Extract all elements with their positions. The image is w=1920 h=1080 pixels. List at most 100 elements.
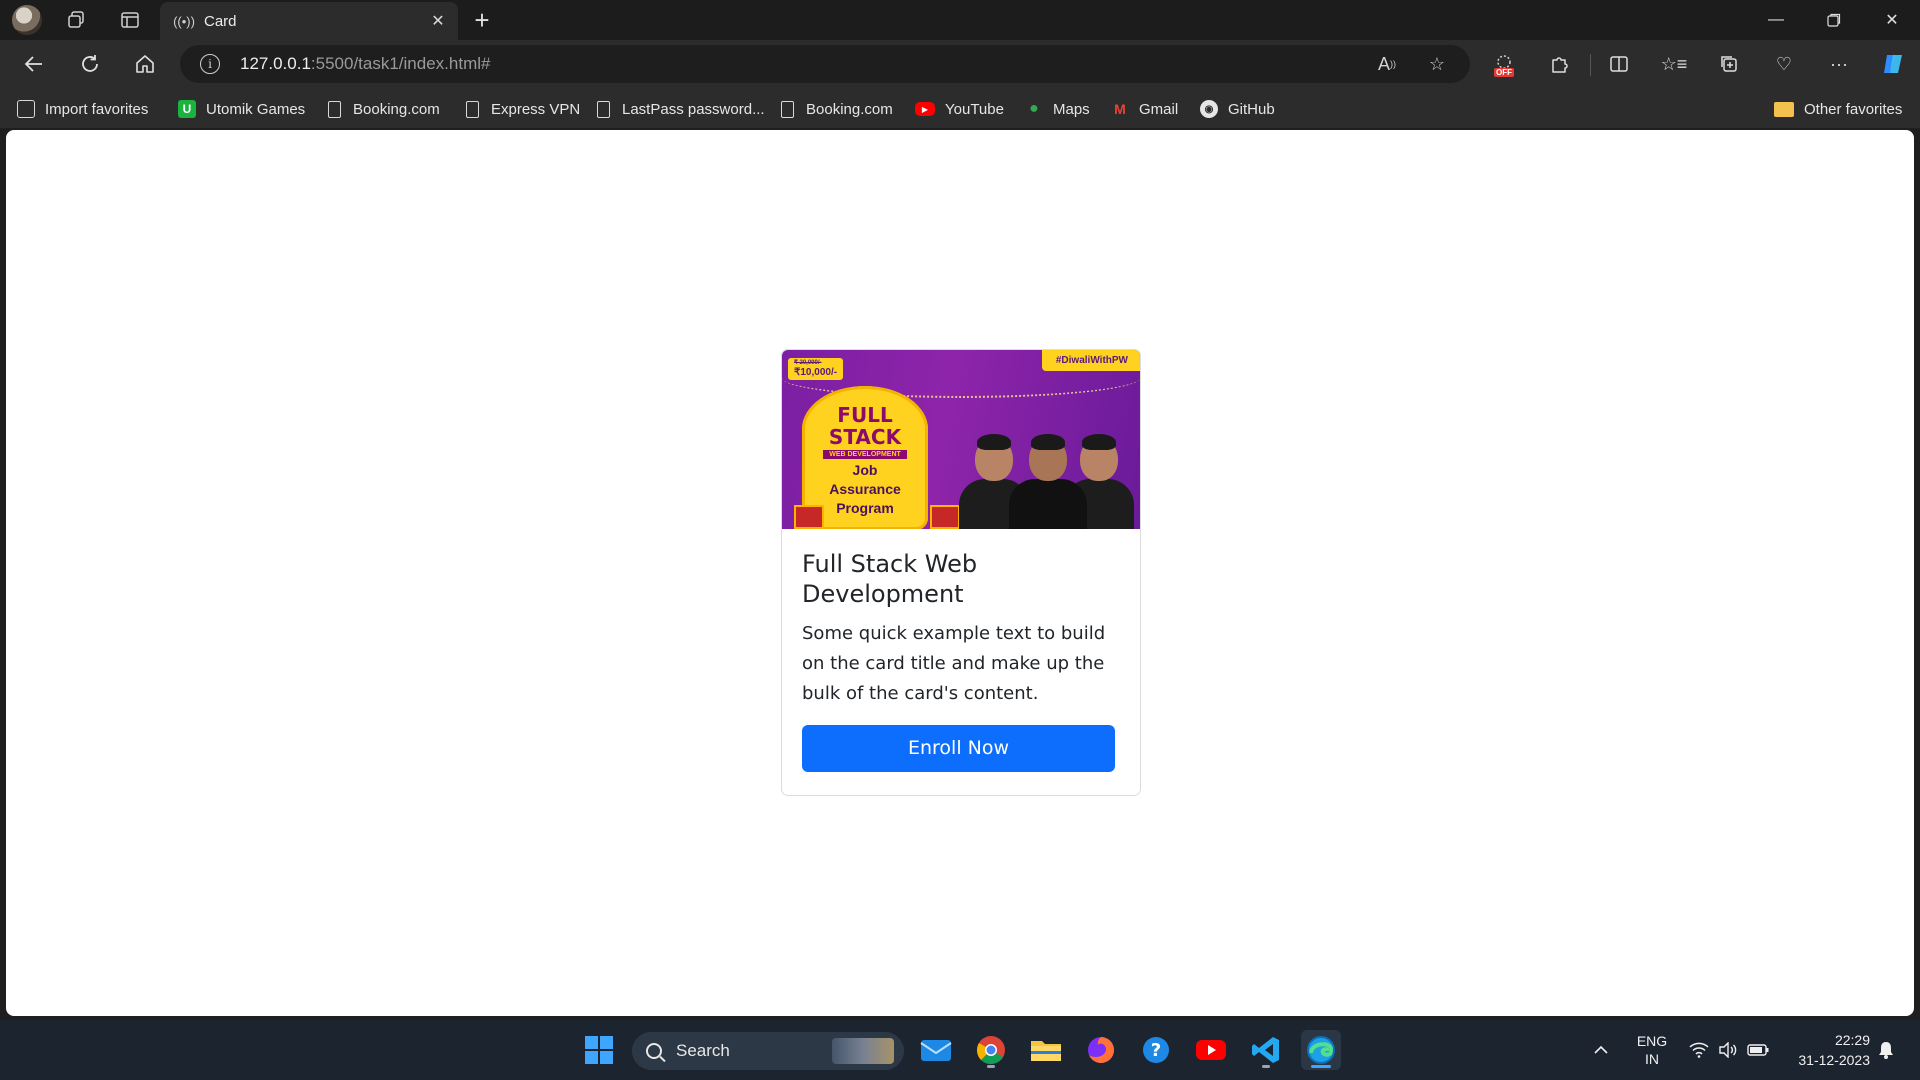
gift-box-icon	[794, 505, 824, 529]
instructors-photo	[959, 421, 1134, 529]
gift-box-icon	[930, 505, 960, 529]
mail-app-icon[interactable]	[916, 1030, 956, 1070]
browser-essentials-icon[interactable]: ♡	[1765, 46, 1803, 82]
card-body: Full Stack Web Development Some quick ex…	[782, 529, 1140, 772]
wifi-icon[interactable]	[1684, 1020, 1714, 1080]
favorite-youtube[interactable]: ▶ YouTube	[915, 96, 1004, 122]
close-window-button[interactable]: ✕	[1863, 0, 1920, 40]
other-favorites-label: Other favorites	[1804, 100, 1903, 118]
price-new: ₹10,000/-	[794, 366, 838, 378]
address-bar[interactable]: i 127.0.0.1:5500/task1/index.html#	[180, 45, 1470, 83]
close-tab-icon[interactable]: ✕	[424, 7, 452, 35]
search-label: Search	[676, 1041, 730, 1060]
clock[interactable]: 22:29 31-12-2023	[1780, 1020, 1870, 1080]
favorite-star-icon[interactable]: ☆	[1420, 47, 1454, 81]
vscode-app-icon[interactable]	[1246, 1030, 1286, 1070]
tab-card[interactable]: ((•)) Card ✕	[160, 2, 458, 40]
extension-badge: OFF	[1494, 68, 1514, 77]
favorite-booking-2[interactable]: Booking.com	[781, 96, 893, 122]
minimize-button[interactable]: —	[1747, 0, 1805, 40]
file-explorer-icon[interactable]	[1026, 1030, 1066, 1070]
navigation-bar: i 127.0.0.1:5500/task1/index.html# A)) ☆…	[0, 40, 1920, 88]
split-screen-icon[interactable]	[1600, 46, 1638, 82]
favorite-label: Maps	[1053, 100, 1090, 118]
course-card: ₹ 20,000/- ₹10,000/- #DiwaliWithPW FULL …	[781, 349, 1141, 796]
help-app-icon[interactable]: ?	[1136, 1030, 1176, 1070]
youtube-icon: ▶	[915, 102, 935, 116]
folder-icon	[1774, 101, 1794, 117]
taskbar-search[interactable]: Search	[632, 1032, 904, 1070]
favorite-utomik[interactable]: U Utomik Games	[178, 96, 305, 122]
banner-line5: Program	[836, 500, 894, 516]
favorite-label: Express VPN	[491, 100, 581, 118]
favorite-gmail[interactable]: M Gmail	[1111, 96, 1178, 122]
copilot-icon[interactable]	[1875, 46, 1913, 82]
edge-app-icon[interactable]	[1301, 1030, 1341, 1070]
site-info-icon[interactable]: i	[200, 54, 220, 74]
search-icon	[646, 1043, 662, 1059]
favorite-booking-1[interactable]: Booking.com	[328, 96, 440, 122]
tab-actions-icon[interactable]	[112, 4, 148, 36]
title-bar: ((•)) Card ✕ + — ✕	[0, 0, 1920, 40]
favorite-lastpass[interactable]: LastPass password...	[597, 96, 765, 122]
show-hidden-icons[interactable]	[1586, 1020, 1616, 1080]
favorite-label: Booking.com	[806, 100, 893, 118]
page-icon	[328, 100, 341, 118]
maps-icon: ●	[1029, 100, 1039, 117]
url-text: 127.0.0.1:5500/task1/index.html#	[240, 54, 490, 74]
clock-date: 31-12-2023	[1798, 1052, 1870, 1068]
url-host: 127.0.0.1	[240, 54, 311, 73]
svg-text:?: ?	[1151, 1040, 1161, 1061]
other-favorites[interactable]: Other favorites	[1774, 96, 1902, 122]
read-aloud-icon[interactable]: A))	[1370, 47, 1404, 81]
page-icon	[597, 100, 610, 118]
page-icon	[466, 100, 479, 118]
favorite-label: YouTube	[945, 100, 1004, 118]
start-button[interactable]	[579, 1030, 619, 1070]
volume-icon[interactable]	[1714, 1020, 1742, 1080]
live-server-icon: ((•))	[173, 13, 195, 29]
banner-line3: Job	[852, 462, 878, 478]
profile-avatar[interactable]	[12, 5, 42, 35]
collections-icon[interactable]	[1710, 46, 1748, 82]
gmail-icon: M	[1114, 101, 1126, 117]
banner-line2: STACK	[828, 425, 902, 449]
chrome-app-icon[interactable]	[971, 1030, 1011, 1070]
extension-off-icon[interactable]: OFF	[1485, 46, 1523, 82]
home-button[interactable]	[127, 46, 163, 82]
favorites-bar: Import favorites U Utomik Games Booking.c…	[0, 88, 1920, 128]
workspaces-icon[interactable]	[58, 4, 94, 36]
favorite-github[interactable]: ◉ GitHub	[1200, 96, 1275, 122]
back-button[interactable]	[16, 46, 52, 82]
battery-icon[interactable]	[1744, 1020, 1772, 1080]
import-icon	[17, 100, 35, 118]
page-viewport: ₹ 20,000/- ₹10,000/- #DiwaliWithPW FULL …	[6, 130, 1914, 1016]
favorite-label: Utomik Games	[206, 100, 306, 118]
youtube-app-icon[interactable]	[1191, 1030, 1231, 1070]
refresh-button[interactable]	[72, 46, 108, 82]
settings-more-icon[interactable]: ···	[1820, 46, 1858, 82]
favorite-expressvpn[interactable]: Express VPN	[466, 96, 580, 122]
favorite-maps[interactable]: ● Maps	[1025, 96, 1090, 122]
favorites-icon[interactable]: ☆≡	[1655, 46, 1693, 82]
utomik-icon: U	[178, 100, 196, 118]
firefox-app-icon[interactable]	[1081, 1030, 1121, 1070]
enroll-now-button[interactable]: Enroll Now	[802, 725, 1115, 772]
banner-line1: FULL	[837, 403, 893, 427]
extensions-puzzle-icon[interactable]	[1540, 46, 1578, 82]
github-icon: ◉	[1200, 100, 1218, 118]
new-tab-button[interactable]: +	[466, 4, 498, 36]
url-path: :5500/task1/index.html#	[310, 54, 491, 73]
language-code: ENG	[1636, 1033, 1668, 1049]
favorite-label: GitHub	[1228, 100, 1275, 118]
card-text: Some quick example text to build on the …	[802, 623, 1106, 704]
language-region: IN	[1645, 1051, 1659, 1067]
price-tag: ₹ 20,000/- ₹10,000/-	[788, 358, 844, 380]
language-indicator[interactable]: ENG IN	[1630, 1020, 1674, 1080]
banner-ribbon: WEB DEVELOPMENT	[823, 450, 907, 459]
favorite-import[interactable]: Import favorites	[17, 96, 148, 122]
favorite-label: LastPass password...	[622, 100, 765, 118]
notification-bell-icon[interactable]	[1872, 1020, 1900, 1080]
favorite-label: Import favorites	[45, 100, 149, 118]
restore-button[interactable]	[1805, 0, 1863, 40]
